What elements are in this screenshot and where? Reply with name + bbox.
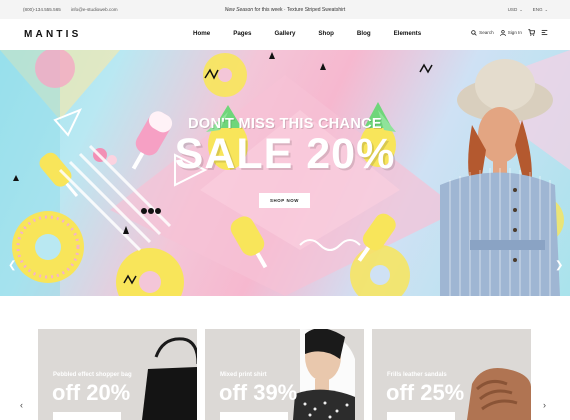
chevron-down-icon: ⌄	[519, 7, 523, 12]
site-logo[interactable]: MANTIS	[24, 29, 82, 40]
shop-now-button[interactable]: SHOP NOW	[259, 193, 310, 208]
product-caption: Pebbled effect shopper bag	[53, 372, 132, 378]
nav-gallery[interactable]: Gallery	[274, 30, 295, 37]
hero-banner: DON'T MISS THIS CHANCE SALE 20% SHOP NOW…	[0, 50, 570, 296]
search-icon	[471, 29, 477, 36]
product-card-sandals[interactable]: Frills leather sandals off 25%	[372, 329, 531, 420]
product-card-shirt[interactable]: Mixed print shirt off 39%	[205, 329, 364, 420]
product-link-button[interactable]	[387, 412, 455, 420]
promo-highlight: New Season	[224, 6, 254, 13]
top-bar: (800)-134.555.565 info@e-studioweb.com N…	[0, 0, 570, 19]
language-select[interactable]: ENG ⌄	[533, 7, 548, 12]
chevron-down-icon: ⌄	[544, 7, 548, 12]
product-link-button[interactable]	[53, 412, 121, 420]
product-discount: off 20%	[52, 380, 131, 405]
header-tools: Search Sign In	[471, 29, 548, 36]
nav-home[interactable]: Home	[193, 30, 210, 37]
product-link-button[interactable]	[220, 412, 288, 420]
signin-label: Sign In	[507, 30, 522, 35]
currency-select[interactable]: USD ⌄	[508, 7, 523, 12]
menu-icon[interactable]	[541, 29, 548, 36]
chevron-left-icon[interactable]: ❮	[8, 260, 16, 271]
product-section: ‹ Pebbled effect shopper bag off 20% Mix…	[0, 296, 570, 420]
language-value: ENG	[532, 7, 543, 12]
locale-selectors: USD ⌄ ENG ⌄	[508, 7, 548, 12]
currency-value: USD	[507, 7, 518, 12]
user-icon	[499, 29, 506, 36]
nav-blog[interactable]: Blog	[357, 30, 371, 37]
product-card-bag[interactable]: Pebbled effect shopper bag off 20%	[38, 329, 197, 420]
product-discount: off 39%	[219, 380, 298, 405]
search-button[interactable]: Search	[471, 29, 494, 36]
chevron-left-icon[interactable]: ‹	[20, 400, 23, 410]
main-header: MANTIS Home Pages Gallery Shop Blog Elem…	[0, 19, 570, 50]
promo-message: New Season for this week · Texture Strip…	[0, 7, 570, 13]
promo-text[interactable]: for this week · Texture Striped Sweatshi…	[253, 7, 345, 13]
chevron-right-icon[interactable]: ❯	[555, 260, 563, 271]
nav-elements[interactable]: Elements	[394, 30, 422, 37]
product-discount: off 25%	[386, 380, 465, 405]
main-nav: Home Pages Gallery Shop Blog Elements	[193, 30, 444, 37]
nav-shop[interactable]: Shop	[318, 30, 333, 37]
cart-icon[interactable]	[528, 29, 535, 36]
hero-headline: SALE 20%	[174, 130, 396, 178]
nav-pages[interactable]: Pages	[233, 30, 251, 37]
signin-button[interactable]: Sign In	[499, 29, 522, 36]
product-caption: Mixed print shirt	[220, 372, 267, 378]
product-caption: Frills leather sandals	[387, 372, 447, 378]
search-label: Search	[479, 30, 494, 35]
chevron-right-icon[interactable]: ›	[543, 400, 546, 410]
